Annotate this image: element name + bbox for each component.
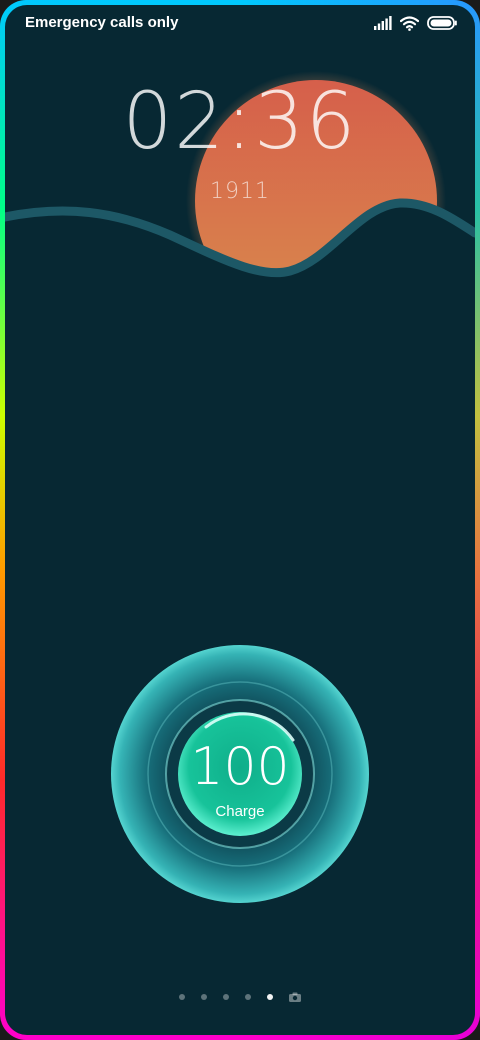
lock-clock: 02:36 [5, 83, 475, 161]
charging-indicator: 100 Charge [111, 645, 369, 903]
page-dot[interactable] [179, 994, 185, 1000]
wifi-icon [400, 15, 419, 31]
carrier-text: Emergency calls only [25, 14, 179, 31]
page-indicator [5, 990, 475, 1004]
lock-date: 1911 [210, 179, 270, 204]
charge-value: 100 [190, 737, 290, 797]
page-dot-active[interactable] [267, 994, 273, 1000]
page-dot[interactable] [245, 994, 251, 1000]
battery-icon [427, 16, 457, 30]
status-bar: Emergency calls only [5, 5, 475, 39]
clock-time: 02:36 [122, 77, 358, 167]
charge-label: Charge [215, 803, 265, 820]
page-dot[interactable] [201, 994, 207, 1000]
signal-icon [374, 16, 392, 30]
camera-icon[interactable] [289, 992, 301, 1002]
lock-screen: Emergency calls only 02:36 1911 100 Char… [5, 5, 475, 1035]
page-dot[interactable] [223, 994, 229, 1000]
